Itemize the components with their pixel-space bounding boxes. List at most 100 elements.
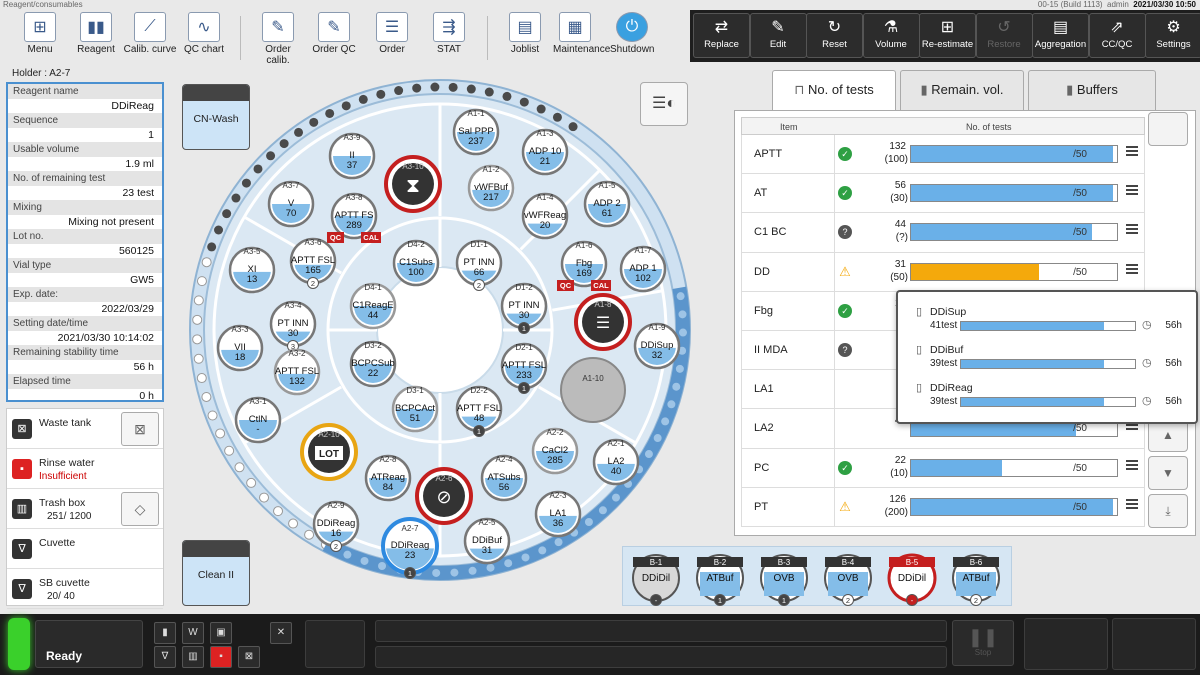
tab-buffers[interactable]: ▮ Buffers (1028, 70, 1156, 110)
rinse-alert-icon[interactable]: ▪ (210, 646, 232, 668)
toolbar-order-button[interactable]: ☰ Order (370, 12, 414, 55)
buffer-b-4[interactable]: B-4 OVB 2 (824, 554, 872, 606)
tab-no-of-tests[interactable]: ⊓ No. of tests (772, 70, 896, 112)
table-row[interactable]: AT ✓ 56 (30) /50 (741, 174, 1145, 214)
vial-d3-1[interactable]: D3-1BCPCAct51 (391, 385, 439, 433)
stop-button[interactable]: ❚❚ Stop (952, 620, 1014, 666)
water-icon[interactable]: W (182, 622, 204, 644)
info-row-mixing: Mixing Mixing not present (8, 200, 162, 229)
vial-count: 56 (499, 482, 510, 493)
table-row[interactable]: APTT ✓ 132 (100) /50 (741, 135, 1145, 175)
row-menu-icon[interactable] (1126, 498, 1138, 509)
toolbar-maintenance-button[interactable]: ▦ Maintenance (553, 12, 610, 55)
buffer-id: B-6 (970, 558, 983, 567)
vial-a1-7[interactable]: A1-7ADP 1102 (619, 245, 667, 293)
trash-box-action-button[interactable]: ◇ (121, 492, 159, 526)
row-item-name: Fbg (754, 304, 773, 317)
reagent-bottle-icon[interactable]: ▮ (154, 622, 176, 644)
vial-a2-2[interactable]: A2-2CaCl2285 (531, 427, 579, 475)
toolbar-reagent-button[interactable]: ▮▮ Reagent (74, 12, 118, 55)
buffer-b-5[interactable]: B-5DDiDil- (887, 553, 937, 606)
cn-wash-container[interactable]: CN-Wash (182, 84, 250, 150)
vial-a2-8[interactable]: A2-8ATReag84 (364, 454, 412, 502)
vial-icon: ▯ (916, 344, 923, 356)
test-count-required: (50) (890, 271, 908, 283)
vial-a1-5[interactable]: A1-5ADP 261 (583, 180, 631, 228)
vial-a2-3[interactable]: A2-3LA136 (534, 490, 582, 538)
vial-id: D4-1 (364, 283, 382, 292)
vial-a3-5[interactable]: A3-5XI13 (228, 246, 276, 294)
toolbar-order-qc-button[interactable]: ✎ Order QC (312, 12, 356, 55)
waste-icon[interactable]: ▣ (210, 622, 232, 644)
aggregation-button[interactable]: ▤ Aggregation (1032, 13, 1089, 58)
restore-button[interactable]: ↺ Restore (975, 13, 1033, 58)
title-bar: Reagent/consumables 00-15 (Build 1113) a… (0, 0, 1200, 10)
vial-a1-4[interactable]: A1-4vWFReag20 (521, 192, 569, 240)
vial-a1-1[interactable]: A1-1Sal PPP237 (452, 108, 500, 156)
toolbar-calib-curve-button[interactable]: ⟋ Calib. curve (122, 12, 178, 55)
tools-icon[interactable]: ✕ (270, 622, 292, 644)
edit-button[interactable]: ✎ Edit (749, 13, 807, 58)
vial-a1-2[interactable]: A1-2vWFBuf217 (467, 164, 515, 212)
vial-a2-4[interactable]: A2-4ATSubs56 (480, 454, 528, 502)
vial-a3-9[interactable]: A3-9II37 (328, 132, 376, 180)
vial-a1-3[interactable]: A1-3ADP 1021 (521, 128, 569, 176)
vial-a3-10[interactable]: A3-10 ⧗ (384, 155, 442, 213)
table-row[interactable]: DD ⚠ 31 (50) /50 (741, 252, 1145, 292)
volume-button[interactable]: ⚗ Volume (862, 13, 920, 58)
cc-qc-button[interactable]: ⇗ CC/QC (1088, 13, 1146, 58)
toolbar-qc-chart-button[interactable]: ∿ QC chart (182, 12, 226, 55)
vial-d4-2[interactable]: D4-2C1Subs100 (392, 239, 440, 287)
waste-full-icon[interactable]: ⊠ (238, 646, 260, 668)
cuvette-icon[interactable]: ∇ (154, 646, 176, 668)
vial-a2-6[interactable]: A2-6 ⊘ (415, 467, 473, 525)
table-row[interactable]: C1 BC? 44 (?) /50 (741, 213, 1145, 253)
row-menu-icon[interactable] (1126, 224, 1138, 235)
replace-button[interactable]: ⇄ Replace (693, 13, 750, 58)
carousel-arc-slot (584, 518, 593, 527)
toolbar-order-calib-button[interactable]: ✎ Order calib. (256, 12, 300, 66)
row-menu-icon[interactable] (1126, 263, 1138, 274)
scroll-down-button[interactable]: ▼ (1148, 456, 1188, 490)
buffer-b-2[interactable]: B-2 ATBuf 1 (696, 554, 744, 606)
row-menu-icon[interactable] (1126, 146, 1138, 156)
row-menu-icon[interactable] (1126, 459, 1138, 470)
toolbar-shutdown-button[interactable]: ⏻ Shutdown (610, 12, 654, 55)
qc-badge: QC (330, 233, 342, 242)
vial-a2-5[interactable]: A2-5DDiBuf31 (463, 517, 511, 565)
question-icon: ? (838, 342, 852, 357)
toolbar-label: Order QC (312, 44, 356, 55)
trash-icon[interactable]: ▥ (182, 646, 204, 668)
table-row[interactable]: PC ✓ 22 (10) /50 (741, 448, 1145, 488)
vial-a1-8[interactable]: A1-8 ☰ (574, 293, 632, 351)
vial-a2-10[interactable]: A2-10 LOT (300, 423, 358, 481)
row-menu-icon[interactable] (1126, 185, 1138, 196)
settings-button[interactable]: ⚙ Settings (1145, 13, 1200, 58)
vial-d4-1[interactable]: D4-1C1ReagE44 (349, 282, 397, 330)
toolbar-stat-button[interactable]: ⇶ STAT (427, 12, 471, 55)
vial-a1-10[interactable]: A1-10 (560, 357, 626, 423)
vial-a3-3[interactable]: A3-3VII18 (216, 324, 264, 372)
scroll-bottom-button[interactable]: ⤓ (1148, 494, 1188, 528)
table-row[interactable]: PT ⚠ 126 (200) /50 (741, 487, 1145, 527)
vial-a3-7[interactable]: A3-7V70 (267, 180, 315, 228)
toolbar-joblist-button[interactable]: ▤ Joblist (503, 12, 547, 55)
tab-remain-vol[interactable]: ▮ Remain. vol. (900, 70, 1024, 110)
vial-a3-1[interactable]: A3-1CtlN- (234, 396, 282, 444)
action-label: Re-estimate (921, 39, 974, 50)
vial-a2-1[interactable]: A2-1LA240 (592, 438, 640, 486)
clean-ii-container[interactable]: Clean II (182, 540, 250, 606)
buffer-b-6[interactable]: B-6 ATBuf 2 (952, 554, 1000, 606)
vial-d3-2[interactable]: D3-2BCPCSub22 (349, 340, 397, 388)
toolbar-menu-button[interactable]: ⊞ Menu (18, 12, 62, 55)
vial-a1-9[interactable]: A1-9DDiSup32 (633, 322, 681, 370)
scroll-top-button[interactable] (1148, 112, 1188, 146)
carousel-dot (552, 112, 562, 122)
view-toggle-button[interactable]: ☰◐ (640, 82, 688, 126)
re-estimate-button[interactable]: ⊞ Re-estimate (919, 13, 976, 58)
buffer-b-1[interactable]: B-1DDiDil- (632, 554, 680, 606)
buffer-b-3[interactable]: B-3 OVB 1 (760, 554, 808, 606)
reset-button[interactable]: ↻ Reset (806, 13, 863, 58)
vial-a3-2[interactable]: A3-2APTT FSL132 (273, 348, 321, 396)
waste-tank-action-button[interactable]: ⊠ (121, 412, 159, 446)
